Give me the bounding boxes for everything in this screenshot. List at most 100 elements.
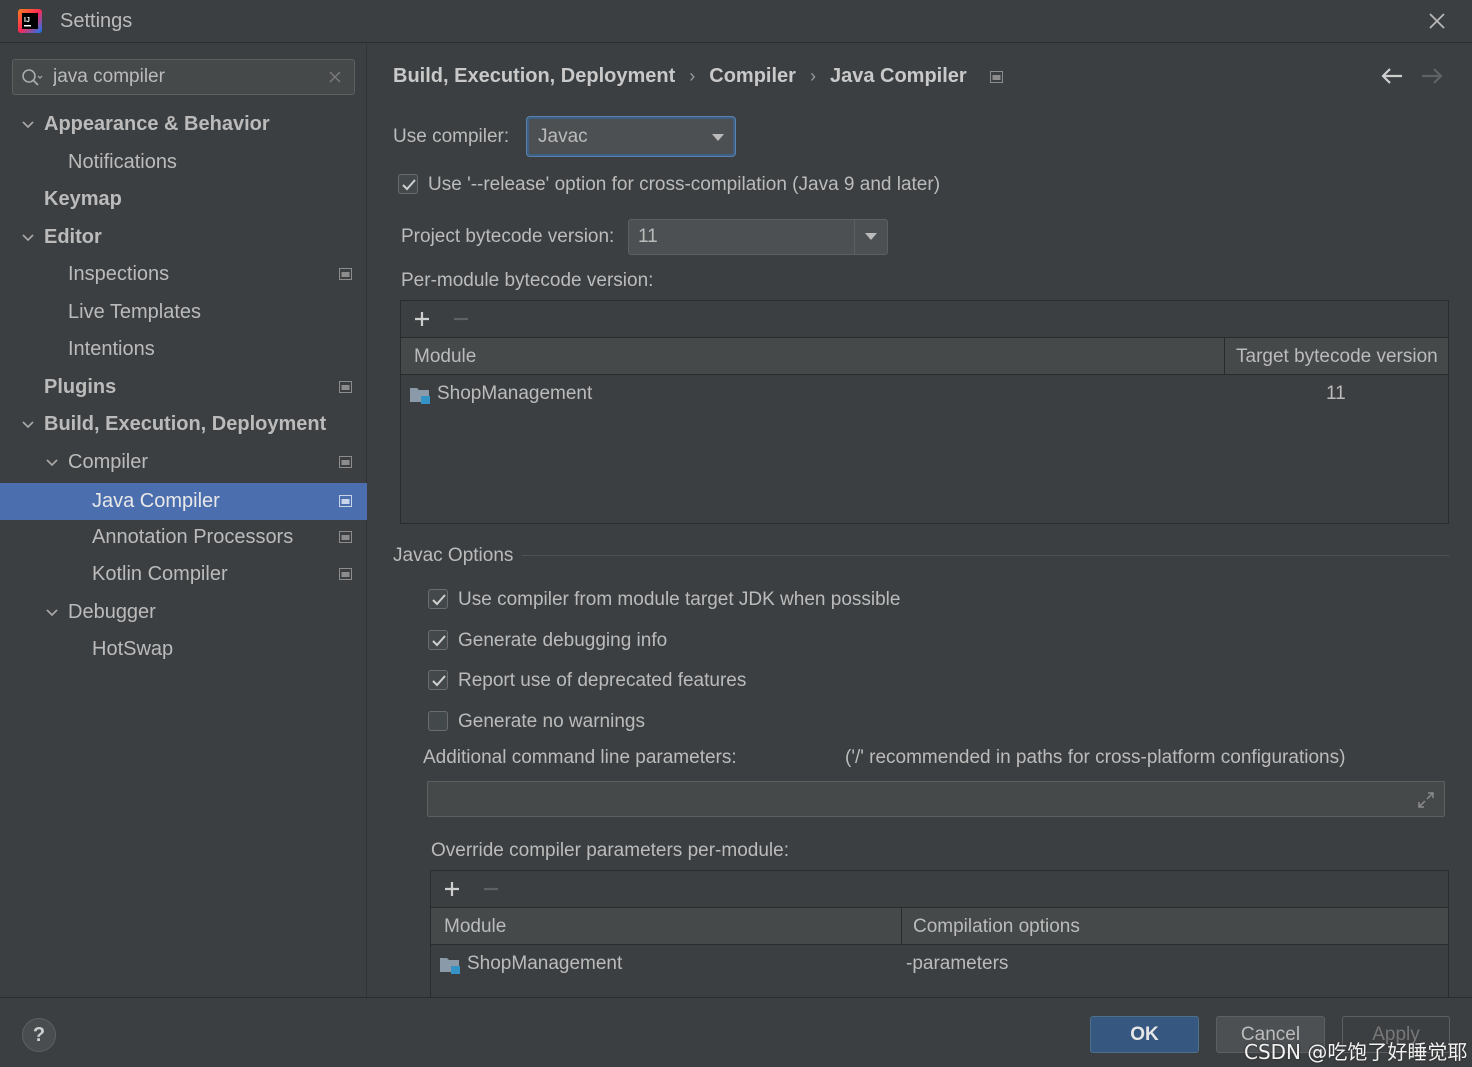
breadcrumb-separator: › — [689, 66, 696, 87]
close-icon[interactable] — [1426, 10, 1448, 32]
column-header-target-bytecode[interactable]: Target bytecode version — [1236, 346, 1438, 368]
sidebar-item-hotswap[interactable]: HotSwap — [0, 631, 367, 668]
sidebar-item-build-execution-deployment[interactable]: Build, Execution, Deployment — [0, 406, 367, 443]
chevron-down-icon[interactable] — [21, 118, 35, 132]
sidebar-item-label: Inspections — [68, 263, 170, 285]
report-deprecated-checkbox[interactable] — [428, 670, 448, 690]
generate-no-warnings-checkbox[interactable] — [428, 711, 448, 731]
plus-icon[interactable] — [443, 880, 461, 898]
use-compiler-value: Javac — [538, 126, 588, 147]
table-row[interactable]: ShopManagement -parameters — [431, 946, 1448, 983]
minus-icon[interactable] — [452, 310, 470, 328]
breadcrumb-item: Compiler — [709, 65, 796, 88]
release-option-checkbox[interactable] — [398, 174, 418, 194]
intellij-icon: IJ — [18, 9, 42, 33]
dropdown-divider — [854, 220, 855, 254]
sidebar-item-label: Appearance & Behavior — [44, 113, 270, 135]
bytecode-version-value: 11 — [638, 226, 658, 247]
column-header-module[interactable]: Module — [444, 916, 506, 938]
sidebar-item-debugger[interactable]: Debugger — [0, 594, 367, 631]
additional-params-input[interactable] — [427, 781, 1445, 817]
sidebar-item-intentions[interactable]: Intentions — [0, 331, 367, 368]
override-params-label: Override compiler parameters per-module: — [431, 840, 789, 861]
target-bytecode-value: 11 — [1326, 383, 1346, 404]
use-compiler-dropdown[interactable]: Javac — [527, 117, 735, 156]
sidebar-item-label: HotSwap — [92, 638, 174, 660]
sidebar-item-label: Live Templates — [68, 301, 202, 323]
dropdown-arrow-icon — [712, 134, 724, 141]
search-input[interactable] — [53, 64, 323, 90]
sidebar-item-inspections[interactable]: Inspections — [0, 256, 367, 293]
chevron-down-icon[interactable] — [21, 418, 35, 432]
sidebar-item-label: Annotation Processors — [92, 526, 294, 548]
check-icon — [432, 675, 446, 687]
column-header-compilation-options[interactable]: Compilation options — [913, 916, 1080, 938]
ok-button[interactable]: OK — [1090, 1016, 1199, 1053]
sidebar-item-java-compiler[interactable]: Java Compiler — [0, 483, 367, 520]
sidebar-item-label: Keymap — [44, 188, 122, 210]
chevron-down-icon[interactable] — [45, 456, 59, 470]
sidebar-item-live-templates[interactable]: Live Templates — [0, 294, 367, 331]
project-level-icon — [339, 268, 352, 280]
report-deprecated-label: Report use of deprecated features — [458, 670, 747, 691]
dropdown-arrow-icon — [865, 233, 877, 240]
table-header: Module Target bytecode version — [401, 338, 1448, 375]
settings-content: Build, Execution, Deployment › Compiler › Ja… — [368, 44, 1472, 1000]
project-level-icon — [339, 495, 352, 507]
plus-icon[interactable] — [413, 310, 431, 328]
breadcrumb: Build, Execution, Deployment › Compiler › Ja… — [393, 65, 1004, 91]
breadcrumb-item: Java Compiler — [829, 65, 967, 88]
additional-params-label: Additional command line parameters: — [423, 747, 737, 768]
bytecode-version-dropdown[interactable]: 11 — [628, 219, 888, 255]
override-table: Module Compilation options ShopManagemen… — [430, 870, 1449, 1000]
search-field[interactable] — [12, 59, 355, 95]
sidebar-item-editor[interactable]: Editor — [0, 219, 367, 256]
use-module-jdk-checkbox[interactable] — [428, 589, 448, 609]
back-arrow-icon[interactable] — [1380, 66, 1404, 86]
project-level-icon — [339, 531, 352, 543]
dialog-footer: ? OK Cancel Apply CSDN @吃饱了好睡觉耶 — [0, 997, 1472, 1067]
module-folder-icon — [410, 388, 430, 404]
watermark: CSDN @吃饱了好睡觉耶 — [1244, 1040, 1468, 1064]
sidebar-item-label: Build, Execution, Deployment — [44, 413, 327, 435]
project-level-icon — [990, 70, 1004, 83]
expand-icon[interactable] — [1416, 790, 1436, 810]
sidebar-item-plugins[interactable]: Plugins — [0, 369, 367, 406]
sidebar-item-label: Plugins — [44, 376, 117, 398]
column-header-module[interactable]: Module — [414, 346, 476, 368]
help-button[interactable]: ? — [22, 1018, 56, 1052]
use-compiler-label: Use compiler: — [393, 126, 510, 147]
generate-debugging-info-checkbox[interactable] — [428, 630, 448, 650]
sidebar-item-annotation-processors[interactable]: Annotation Processors — [0, 519, 367, 556]
search-icon — [22, 69, 43, 86]
sidebar-item-notifications[interactable]: Notifications — [0, 144, 367, 181]
table-toolbar — [401, 301, 1448, 338]
sidebar-item-label: Editor — [44, 226, 102, 248]
table-row[interactable]: ShopManagement 11 — [401, 376, 1448, 413]
svg-text:IJ: IJ — [24, 17, 30, 24]
sidebar-item-keymap[interactable]: Keymap — [0, 181, 367, 218]
additional-params-hint: ('/' recommended in paths for cross-plat… — [845, 747, 1346, 768]
module-name: ShopManagement — [437, 383, 593, 404]
check-icon — [402, 179, 416, 191]
sidebar-item-appearance-behavior[interactable]: Appearance & Behavior — [0, 106, 367, 143]
compilation-options-value: -parameters — [906, 953, 1009, 974]
sidebar-item-label: Debugger — [68, 601, 156, 623]
sidebar-item-kotlin-compiler[interactable]: Kotlin Compiler — [0, 556, 367, 593]
breadcrumb-item: Build, Execution, Deployment — [393, 65, 676, 88]
use-module-jdk-label: Use compiler from module target JDK when… — [458, 589, 901, 610]
sidebar-item-compiler[interactable]: Compiler — [0, 444, 367, 481]
forward-arrow-icon[interactable] — [1420, 66, 1444, 86]
minus-icon[interactable] — [482, 880, 500, 898]
project-level-icon — [339, 568, 352, 580]
breadcrumb-separator: › — [809, 66, 816, 87]
chevron-down-icon[interactable] — [21, 231, 35, 245]
section-divider — [522, 555, 1449, 556]
generate-no-warnings-label: Generate no warnings — [458, 711, 645, 732]
check-icon — [432, 635, 446, 647]
generate-debugging-info-label: Generate debugging info — [458, 630, 668, 651]
release-option-label: Use '--release' option for cross-compila… — [428, 174, 941, 195]
chevron-down-icon[interactable] — [45, 606, 59, 620]
javac-options-title: Javac Options — [393, 545, 514, 566]
clear-icon[interactable] — [328, 70, 342, 84]
